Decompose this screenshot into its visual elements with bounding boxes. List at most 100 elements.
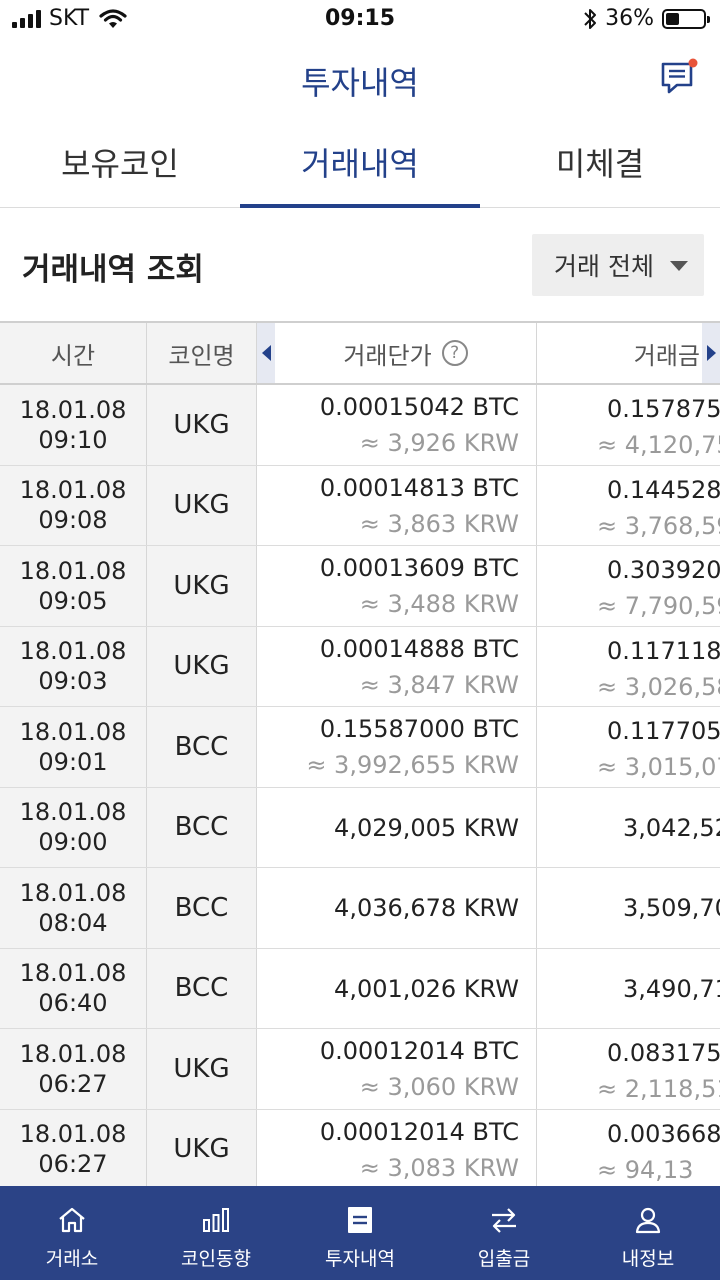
caret-down-icon bbox=[670, 261, 688, 271]
time-cell: 18.01.08 06:27 bbox=[0, 1029, 147, 1109]
coin-cell: UKG bbox=[147, 1029, 257, 1109]
status-bar: SKT 09:15 36% bbox=[0, 0, 720, 40]
amount-inner: 0.083175 ≈ 2,118,51 bbox=[537, 1029, 720, 1109]
nav-investment-history[interactable]: 투자내역 bbox=[288, 1186, 432, 1280]
column-header-amount: 거래금 bbox=[633, 341, 700, 370]
tab-holdings[interactable]: 보유코인 bbox=[0, 116, 240, 207]
trade-table[interactable]: 시간 코인명 거래단가 ? 거래금 18.01.08 09:10 UKG 0.0001… bbox=[0, 321, 720, 1186]
time-cell: 18.01.08 09:00 bbox=[0, 787, 147, 867]
price-cell: 0.00013609 BTC ≈ 3,488 KRW bbox=[257, 546, 537, 626]
nav-label: 내정보 bbox=[621, 1248, 675, 1270]
price-value: 0.15587000 BTC bbox=[319, 715, 519, 743]
trade-date: 18.01.08 bbox=[19, 637, 127, 666]
table-row[interactable]: 18.01.08 09:05 UKG 0.00013609 BTC ≈ 3,488 KR… bbox=[0, 546, 720, 627]
amount-cell: 0.117705 ≈ 3,015,07 bbox=[537, 707, 720, 787]
time-cell: 18.01.08 09:03 bbox=[0, 626, 147, 706]
table-row[interactable]: 18.01.08 06:40 BCC 4,001,026 KRW 3,490,71 bbox=[0, 948, 720, 1029]
amount-value: 0.117118 bbox=[607, 636, 720, 665]
table-row[interactable]: 18.01.08 08:04 BCC 4,036,678 KRW 3,509,70 bbox=[0, 868, 720, 949]
column-header-coin: 코인명 bbox=[147, 323, 257, 383]
price-value: 4,001,026 KRW bbox=[334, 974, 519, 1003]
price-cell: 0.15587000 BTC ≈ 3,992,655 KRW bbox=[257, 707, 537, 787]
column-header-price: 거래단가 ? bbox=[275, 323, 537, 383]
coin-cell: UKG bbox=[147, 1109, 257, 1186]
price-value: 0.00012014 BTC bbox=[319, 1117, 519, 1146]
table-row[interactable]: 18.01.08 09:00 BCC 4,029,005 KRW 3,042,52 bbox=[0, 787, 720, 868]
price-cell: 0.00014813 BTC ≈ 3,863 KRW bbox=[257, 465, 537, 545]
nav-coin-trends[interactable]: 코인동향 bbox=[144, 1186, 288, 1280]
amount-krw-value: ≈ 3,015,07 bbox=[597, 753, 720, 781]
user-icon bbox=[635, 1207, 661, 1234]
amount-inner: 3,509,70 bbox=[537, 868, 720, 948]
battery-percent: 36% bbox=[605, 6, 654, 31]
amount-value: 0.083175 bbox=[607, 1039, 720, 1067]
trade-date: 18.01.08 bbox=[19, 717, 127, 746]
tab-open-orders[interactable]: 미체결 bbox=[480, 116, 720, 207]
scroll-left-button[interactable] bbox=[257, 323, 275, 383]
notification-badge bbox=[688, 58, 698, 68]
app-header: 투자내역 bbox=[0, 40, 720, 116]
coin-cell: UKG bbox=[147, 385, 257, 465]
amount-inner: 3,490,71 bbox=[537, 949, 720, 1029]
price-value: 0.00012014 BTC bbox=[319, 1037, 519, 1065]
table-row[interactable]: 18.01.08 09:08 UKG 0.00014813 BTC ≈ 3,863 KR… bbox=[0, 465, 720, 546]
time-cell: 18.01.08 09:10 bbox=[0, 385, 147, 465]
price-value: 0.00013609 BTC bbox=[319, 554, 519, 582]
price-krw-value: ≈ 3,926 KRW bbox=[359, 429, 519, 457]
amount-inner: 0.003668 ≈ 94,13 bbox=[537, 1110, 720, 1187]
price-cell: 0.00012014 BTC ≈ 3,083 KRW bbox=[257, 1109, 537, 1186]
amount-cell: 0.303920 ≈ 7,790,59 bbox=[537, 546, 720, 626]
price-cell: 0.00014888 BTC ≈ 3,847 KRW bbox=[257, 626, 537, 706]
coin-cell: UKG bbox=[147, 626, 257, 706]
table-row[interactable]: 18.01.08 09:10 UKG 0.00015042 BTC ≈ 3,926 KR… bbox=[0, 385, 720, 466]
table-row[interactable]: 18.01.08 06:27 UKG 0.00012014 BTC ≈ 3,060 KR… bbox=[0, 1029, 720, 1110]
amount-krw-value: ≈ 3,026,58 bbox=[597, 672, 720, 701]
trade-time: 06:27 bbox=[38, 1150, 108, 1179]
section-title: 거래내역 조회 bbox=[22, 252, 204, 288]
amount-krw-value: ≈ 7,790,59 bbox=[597, 592, 720, 620]
price-cell: 4,029,005 KRW bbox=[257, 787, 537, 867]
table-row[interactable]: 18.01.08 06:27 UKG 0.00012014 BTC ≈ 3,083 KR… bbox=[0, 1109, 720, 1187]
amount-value: 3,490,71 bbox=[623, 974, 720, 1003]
price-value: 0.00014888 BTC bbox=[319, 634, 519, 663]
amount-inner: 0.144528 ≈ 3,768,59 bbox=[537, 466, 720, 546]
amount-value: 0.003668 bbox=[607, 1119, 720, 1148]
price-krw-value: ≈ 3,863 KRW bbox=[359, 509, 519, 538]
nav-exchange[interactable]: 거래소 bbox=[0, 1186, 144, 1280]
price-krw-value: ≈ 3,083 KRW bbox=[359, 1153, 519, 1182]
trade-date: 18.01.08 bbox=[19, 1039, 127, 1068]
message-icon[interactable] bbox=[658, 58, 698, 98]
time-cell: 18.01.08 09:01 bbox=[0, 707, 147, 787]
scroll-right-button[interactable] bbox=[702, 323, 720, 383]
amount-cell: 0.144528 ≈ 3,768,59 bbox=[537, 466, 720, 546]
price-cell: 0.00012014 BTC ≈ 3,060 KRW bbox=[257, 1029, 537, 1109]
amount-value: 3,509,70 bbox=[623, 894, 720, 922]
trade-time: 09:00 bbox=[38, 828, 108, 857]
tab-bar: 보유코인 거래내역 미체결 bbox=[0, 116, 720, 208]
trade-filter-dropdown[interactable]: 거래 전체 bbox=[532, 234, 704, 296]
transfer-icon bbox=[492, 1208, 516, 1233]
column-header-price-label: 거래단가 bbox=[343, 341, 432, 370]
tab-trade-history[interactable]: 거래내역 bbox=[240, 116, 480, 208]
amount-inner: 3,042,52 bbox=[537, 788, 720, 868]
trade-time: 09:08 bbox=[38, 506, 108, 535]
nav-deposit-withdraw[interactable]: 입출금 bbox=[432, 1186, 576, 1280]
column-header-time: 시간 bbox=[0, 323, 147, 383]
amount-value: 0.157875 bbox=[607, 395, 720, 423]
time-cell: 18.01.08 09:08 bbox=[0, 465, 147, 545]
nav-label: 투자내역 bbox=[325, 1248, 395, 1270]
question-icon[interactable]: ? bbox=[441, 340, 468, 366]
table-row[interactable]: 18.01.08 09:03 UKG 0.00014888 BTC ≈ 3,847 KR… bbox=[0, 626, 720, 707]
table-row[interactable]: 18.01.08 09:01 BCC 0.15587000 BTC ≈ 3,992,65… bbox=[0, 707, 720, 788]
amount-krw-value: ≈ 2,118,51 bbox=[597, 1075, 720, 1103]
nav-my-info[interactable]: 내정보 bbox=[576, 1186, 720, 1280]
price-value: 0.00015042 BTC bbox=[319, 393, 519, 421]
section-header: 거래내역 조회 거래 전체 bbox=[0, 208, 720, 320]
bar-chart-icon bbox=[203, 1208, 229, 1232]
price-cell: 0.00015042 BTC ≈ 3,926 KRW bbox=[257, 385, 537, 465]
price-krw-value: ≈ 3,060 KRW bbox=[359, 1073, 519, 1101]
amount-inner: 0.303920 ≈ 7,790,59 bbox=[537, 546, 720, 626]
trade-date: 18.01.08 bbox=[19, 798, 127, 827]
arrow-left-icon bbox=[261, 345, 271, 361]
coin-cell: BCC bbox=[147, 707, 257, 787]
